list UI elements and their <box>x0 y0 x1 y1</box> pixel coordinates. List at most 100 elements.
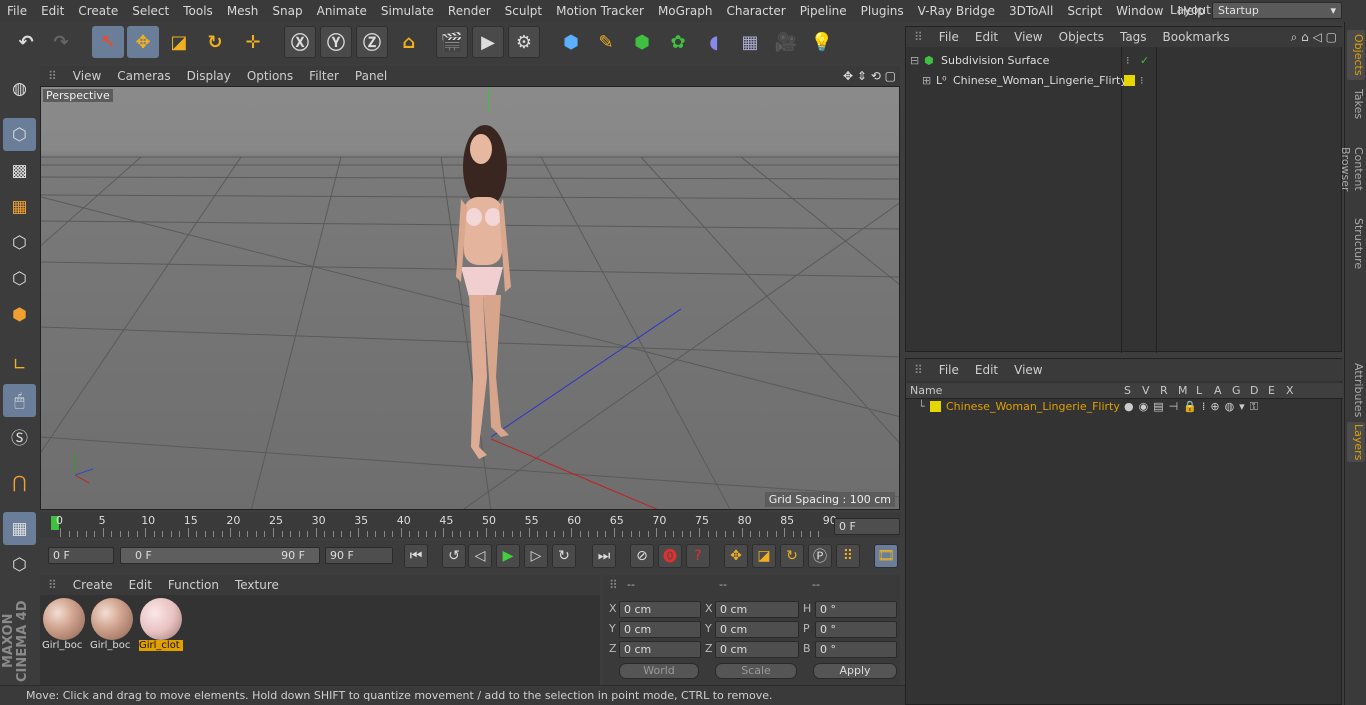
layout-select[interactable]: Startup <box>1212 2 1342 19</box>
position-x-field[interactable]: 0 cm <box>619 601 701 618</box>
menu-edit[interactable]: Edit <box>34 4 71 18</box>
material-menu-edit[interactable]: Edit <box>121 578 160 592</box>
viewport-menu-cameras[interactable]: Cameras <box>109 69 178 83</box>
record-keys-icon[interactable]: ⊘ <box>630 544 654 568</box>
subdivision-icon[interactable]: ⬢ <box>626 26 658 58</box>
visibility-dots-icon[interactable]: ⁝ <box>1126 51 1130 70</box>
object-row[interactable]: ⊟ ⬢ Subdivision Surface ⁝ ✓ <box>906 51 1343 70</box>
move-tool-icon[interactable]: ✥ <box>127 26 159 58</box>
coordinate-system-icon[interactable]: ⌂ <box>393 26 425 58</box>
texture-mode-icon[interactable]: ▩ <box>3 154 36 187</box>
object-menu-objects[interactable]: Objects <box>1051 30 1112 44</box>
menu-script[interactable]: Script <box>1060 4 1109 18</box>
material-swatch[interactable]: Girl_boc <box>42 598 86 658</box>
play-icon[interactable]: ▶ <box>496 544 520 568</box>
deformer-icon[interactable]: ◖ <box>698 26 730 58</box>
render-settings-icon[interactable]: ⚙ <box>508 26 540 58</box>
position-z-field[interactable]: 0 cm <box>619 641 701 658</box>
menu-select[interactable]: Select <box>125 4 176 18</box>
key-scale-icon[interactable]: ◪ <box>752 544 776 568</box>
spline-pen-icon[interactable]: ✎ <box>590 26 622 58</box>
menu-sculpt[interactable]: Sculpt <box>498 4 549 18</box>
layer-menu-edit[interactable]: Edit <box>967 363 1006 377</box>
tab-content-browser[interactable]: Content Browser <box>1339 126 1365 212</box>
next-key-icon[interactable]: ↻ <box>552 544 576 568</box>
cube-object-icon[interactable]: ⬢ <box>555 26 587 58</box>
layer-color-swatch[interactable] <box>1124 75 1135 86</box>
tab-layers[interactable]: Layers <box>1347 422 1365 462</box>
viewport-menu-display[interactable]: Display <box>179 69 239 83</box>
tab-structure[interactable]: Structure <box>1347 218 1365 270</box>
autokey-icon[interactable]: ? <box>686 544 710 568</box>
layer-menu-view[interactable]: View <box>1006 363 1050 377</box>
timeline-ruler[interactable]: 0 5 10 15 20 25 30 35 40 45 50 55 60 65 70 75 80 85 90 0 F <box>40 512 900 538</box>
visibility-dots-icon[interactable]: ⁝ <box>1140 71 1144 90</box>
render-view-icon[interactable]: 🎬 <box>436 26 468 58</box>
x-axis-lock-icon[interactable]: Ⓧ <box>284 26 316 58</box>
rotation-b-field[interactable]: 0 ° <box>815 641 897 658</box>
perspective-viewport[interactable]: Perspective Grid Spacing : 100 cm <box>40 86 900 510</box>
goto-end-icon[interactable]: ⏭ <box>592 544 616 568</box>
previous-frame-icon[interactable]: ◁ <box>468 544 492 568</box>
record-active-icon[interactable]: ⓿ <box>658 544 682 568</box>
viewport-navigation-icons[interactable]: ✥ ⇕ ⟲ ▢ <box>843 69 896 83</box>
material-swatch[interactable]: Girl_boc <box>90 598 134 658</box>
key-pla-icon[interactable]: ⠿ <box>836 544 860 568</box>
undo-icon[interactable]: ↶ <box>10 26 42 58</box>
object-search-icon[interactable]: ⌕ ⌂ ◁ ▢ <box>1291 30 1337 45</box>
menu-mograph[interactable]: MoGraph <box>651 4 720 18</box>
menu-pipeline[interactable]: Pipeline <box>793 4 854 18</box>
menu-3dtoall[interactable]: 3DToAll <box>1002 4 1060 18</box>
layer-row[interactable]: └ Chinese_Woman_Lingerie_Flirty ●◉▤⊣🔒⁞⊕◍… <box>906 397 1343 416</box>
layer-flag-icons[interactable]: ●◉▤⊣🔒⁞⊕◍▾⚿ <box>1124 397 1263 416</box>
polygons-mode-icon[interactable]: ⬢ <box>3 298 36 331</box>
model-mode-icon[interactable]: ⬡ <box>3 118 36 151</box>
floor-object-icon[interactable]: ▦ <box>734 26 766 58</box>
size-y-field[interactable]: 0 cm <box>715 621 799 638</box>
apply-button[interactable]: Apply <box>813 663 897 679</box>
start-frame-field[interactable]: 0 F <box>48 547 114 564</box>
make-editable-icon[interactable]: ◍ <box>3 72 36 105</box>
planar-workplane-icon[interactable]: ⬡ <box>3 548 36 581</box>
viewport-menu-options[interactable]: Options <box>239 69 301 83</box>
object-menu-tags[interactable]: Tags <box>1112 30 1155 44</box>
object-menu-view[interactable]: View <box>1006 30 1050 44</box>
current-frame-field[interactable]: 0 F <box>834 518 900 535</box>
recent-tools-icon[interactable]: ✛ <box>237 26 269 58</box>
size-mode-select[interactable]: Scale <box>715 663 797 679</box>
scale-tool-icon[interactable]: ◪ <box>163 26 195 58</box>
tab-objects[interactable]: Objects <box>1347 30 1365 80</box>
mograph-cloner-icon[interactable]: ✿ <box>662 26 694 58</box>
tree-expand-icon[interactable]: ⊞ <box>922 71 931 90</box>
menu-tools[interactable]: Tools <box>176 4 220 18</box>
live-selection-icon[interactable]: ↖ <box>92 26 124 58</box>
locked-workplane-icon[interactable]: ▦ <box>3 512 36 545</box>
frame-range-slider[interactable]: 0 F 90 F <box>120 547 320 564</box>
object-row[interactable]: ⊞ L⁰ Chinese_Woman_Lingerie_Flirty ⁝ <box>906 71 1343 90</box>
previous-key-icon[interactable]: ↺ <box>442 544 466 568</box>
menu-snap[interactable]: Snap <box>265 4 309 18</box>
menu-animate[interactable]: Animate <box>310 4 374 18</box>
timeline-window-icon[interactable]: 🎞 <box>874 544 898 568</box>
snap-magnet-icon[interactable]: ⋂ <box>3 466 36 499</box>
object-menu-edit[interactable]: Edit <box>967 30 1006 44</box>
axis-mode-icon[interactable]: ∟ <box>3 348 36 381</box>
edges-mode-icon[interactable]: ⬡ <box>3 262 36 295</box>
menu-file[interactable]: File <box>0 4 34 18</box>
menu-character[interactable]: Character <box>719 4 792 18</box>
viewport-menu-panel[interactable]: Panel <box>347 69 395 83</box>
layer-color-swatch[interactable] <box>930 401 941 412</box>
position-y-field[interactable]: 0 cm <box>619 621 701 638</box>
size-z-field[interactable]: 0 cm <box>715 641 799 658</box>
viewport-menu-filter[interactable]: Filter <box>301 69 347 83</box>
end-frame-field[interactable]: 90 F <box>325 547 393 564</box>
solo-mode-icon[interactable]: Ⓢ <box>3 420 36 453</box>
camera-icon[interactable]: 🎥 <box>770 26 802 58</box>
object-menu-file[interactable]: File <box>931 30 967 44</box>
rotate-tool-icon[interactable]: ↻ <box>199 26 231 58</box>
rotation-h-field[interactable]: 0 ° <box>815 601 897 618</box>
menu-create[interactable]: Create <box>71 4 125 18</box>
material-menu-create[interactable]: Create <box>65 578 121 592</box>
viewport-menu-view[interactable]: View <box>65 69 109 83</box>
z-axis-lock-icon[interactable]: Ⓩ <box>356 26 388 58</box>
